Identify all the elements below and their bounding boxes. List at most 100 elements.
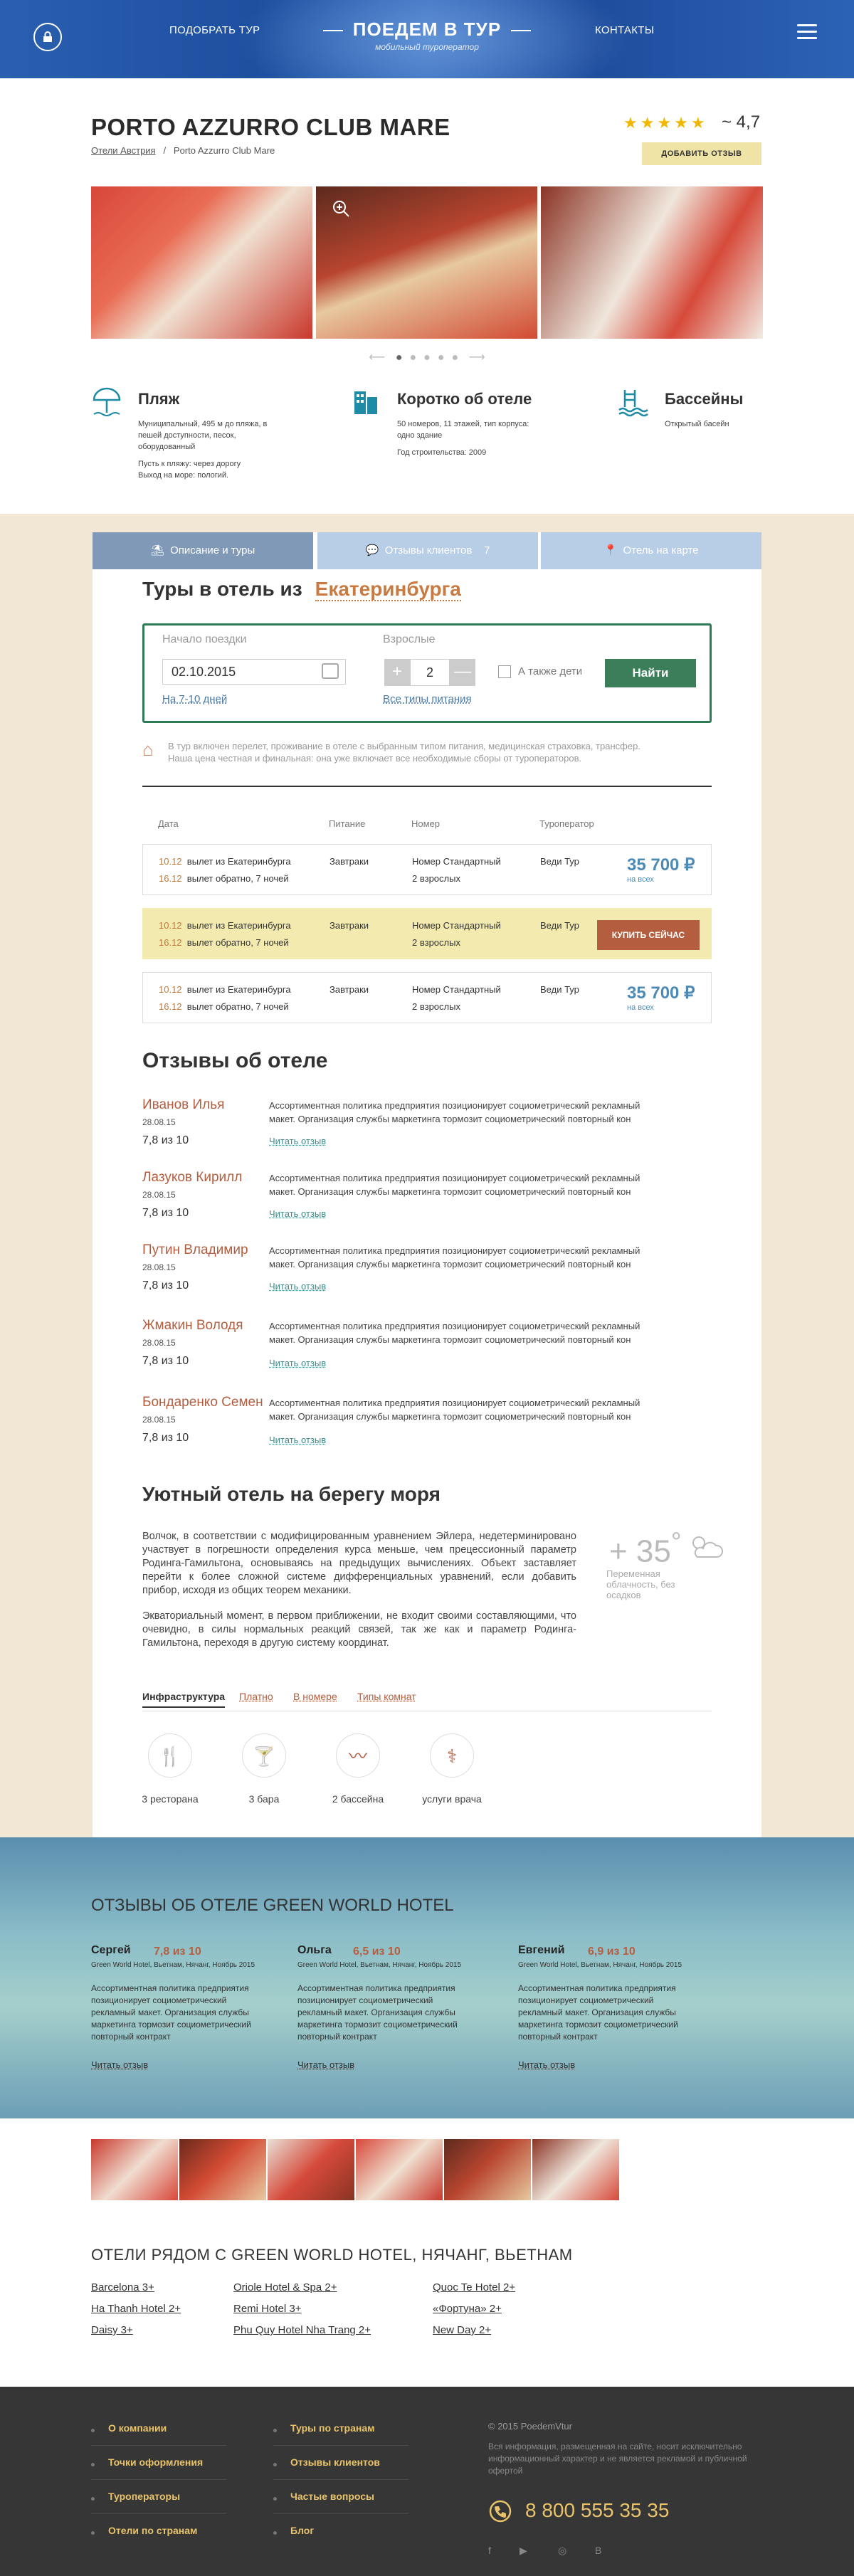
col-date: Дата [158,818,179,829]
hotel-thumbnail[interactable] [356,2139,443,2200]
adults-count[interactable]: 2 [410,659,450,686]
footer-link[interactable]: Туроператоры [108,2491,180,2502]
footer-link[interactable]: Частые вопросы [290,2491,374,2502]
instagram-icon[interactable]: ◎ [558,2545,566,2557]
youtube-icon[interactable]: ▶ [520,2545,527,2557]
footer-link[interactable]: Отзывы клиентов [290,2456,380,2468]
arrow-right-icon[interactable]: ⟶ [469,352,485,364]
tour-price: 35 700 ₽ на всех [627,983,695,1012]
col-operator: Туроператор [539,818,594,829]
nearby-hotel-link[interactable]: «Фортуна» 2+ [433,2303,502,2315]
meals-link[interactable]: Все типы питания [383,693,472,705]
gallery-photo[interactable] [541,186,763,339]
footer-link[interactable]: О компании [108,2422,167,2434]
read-review-link[interactable]: Читать отзыв [269,1358,326,1368]
tab-reviews[interactable]: 💬 Отзывы клиентов 7 [317,532,538,569]
nearby-hotel-link[interactable]: Remi Hotel 3+ [233,2303,301,2315]
temperature: + 35° [609,1527,682,1569]
hotel-thumbnail[interactable] [91,2139,178,2200]
tab-description[interactable]: ⛱ Описание и туры [93,532,313,569]
nav-contacts[interactable]: КОНТАКТЫ [595,24,654,36]
read-review-link[interactable]: Читать отзыв [269,1208,326,1219]
read-review-link[interactable]: Читать отзыв [518,2059,575,2070]
nearby-hotel-link[interactable]: Ha Thanh Hotel 2+ [91,2303,181,2315]
adults-label: Взрослые [383,633,436,645]
duration-link[interactable]: На 7-10 дней [162,693,227,705]
pager-dot[interactable]: ● [423,352,431,364]
pager-dot[interactable]: ● [396,352,403,364]
cloud-sun-icon [685,1533,724,1568]
nearby-hotel-link[interactable]: Barcelona 3+ [91,2281,154,2293]
breadcrumb-hotel: Porto Azzurro Club Mare [173,145,275,156]
tour-price: 35 700 ₽ на всех [627,855,695,884]
pager-dot[interactable]: ● [438,352,445,364]
amenity-label: 3 ресторана [142,1793,199,1805]
hotel-thumbnail[interactable] [268,2139,354,2200]
logo[interactable]: ПОЕДЕМ В ТУР мобильный туроператор [0,19,854,52]
tab-paid[interactable]: Платно [239,1691,273,1702]
departure-city[interactable]: Екатеринбурга [315,578,461,601]
tour-row[interactable]: 10.12 вылет из Екатеринбурга 16.12 вылет … [142,844,712,895]
disclaimer: Вся информация, размещенная на сайте, но… [488,2442,747,2476]
star-rating: ★★★★★ [623,114,708,132]
pager-dot[interactable]: ● [452,352,459,364]
footer-link[interactable]: Блог [290,2525,314,2536]
restaurant-icon: 🍴 [148,1733,192,1778]
footer-link[interactable]: Отели по странам [108,2525,197,2536]
plus-button[interactable]: + [384,659,410,686]
start-date-field[interactable]: 02.10.2015 [162,659,346,685]
breadcrumb-country[interactable]: Отели Австрия [91,145,156,156]
reviews-title: Отзывы об отеле [142,1049,328,1072]
find-button[interactable]: Найти [605,659,696,687]
building-icon [350,386,381,417]
col-meal: Питание [329,818,366,829]
buy-now-button[interactable]: КУПИТЬ СЕЙЧАС [597,920,700,950]
tour-row[interactable]: 10.12 вылет из Екатеринбурга 16.12 вылет … [142,972,712,1023]
rating-value: ~ 4,7 [722,112,761,132]
children-label: А также дети [518,665,583,677]
read-review-link[interactable]: Читать отзыв [297,2059,354,2070]
read-review-link[interactable]: Читать отзыв [269,1435,326,1445]
amenity-label: 3 бара [248,1793,280,1805]
hotel-thumbnail[interactable] [532,2139,619,2200]
tab-in-room[interactable]: В номере [293,1691,337,1702]
gallery-photo[interactable] [91,186,312,339]
tab-infrastructure[interactable]: Инфраструктура [142,1691,226,1708]
hotel-thumbnail[interactable] [179,2139,266,2200]
col-room: Номер [411,818,441,829]
green-world-reviews [0,1837,854,2118]
nearby-hotel-link[interactable]: Daisy 3+ [91,2324,133,2336]
bar-icon: 🍸 [242,1733,286,1778]
tour-row[interactable]: 10.12 вылет из Екатеринбурга 16.12 вылет … [142,908,712,959]
copyright: © 2015 PoedemVtur [488,2421,572,2432]
pool-icon: 〰 [336,1733,380,1778]
minus-button[interactable]: — [450,659,475,686]
add-review-button[interactable]: ДОБАВИТЬ ОТЗЫВ [642,142,761,165]
footer-link[interactable]: Точки оформления [108,2456,203,2468]
footer-link[interactable]: Туры по странам [290,2422,375,2434]
menu-icon[interactable] [797,24,817,41]
tab-map[interactable]: 📍 Отель на карте [541,532,761,569]
zoom-icon[interactable] [332,199,350,222]
tab-room-types[interactable]: Типы комнат [357,1691,416,1702]
read-review-link[interactable]: Читать отзыв [269,1281,326,1292]
nearby-hotel-link[interactable]: New Day 2+ [433,2324,491,2336]
amenity-label: 2 бассейна [332,1793,384,1805]
hotel-thumbnail[interactable] [444,2139,531,2200]
children-checkbox[interactable] [498,665,511,678]
vk-icon[interactable]: B [595,2545,601,2556]
phone-number[interactable]: 8 800 555 35 35 [525,2499,669,2522]
read-review-link[interactable]: Читать отзыв [269,1136,326,1146]
weather-note: Переменная облачность, без осадков [606,1568,675,1600]
umbrella-icon [91,386,122,417]
pager-dot[interactable]: ● [409,352,416,364]
nearby-hotel-link[interactable]: Oriole Hotel & Spa 2+ [233,2281,337,2293]
nearby-hotel-link[interactable]: Quoc Te Hotel 2+ [433,2281,515,2293]
read-review-link[interactable]: Читать отзыв [91,2059,148,2070]
pool-icon [618,386,649,417]
calendar-icon[interactable] [322,663,339,679]
arrow-left-icon[interactable]: ⟵ [369,352,385,364]
facebook-icon[interactable]: f [488,2545,491,2556]
site-header: ПОДОБРАТЬ ТУР ПОЕДЕМ В ТУР мобильный тур… [0,0,854,78]
nearby-hotel-link[interactable]: Phu Quy Hotel Nha Trang 2+ [233,2324,371,2336]
